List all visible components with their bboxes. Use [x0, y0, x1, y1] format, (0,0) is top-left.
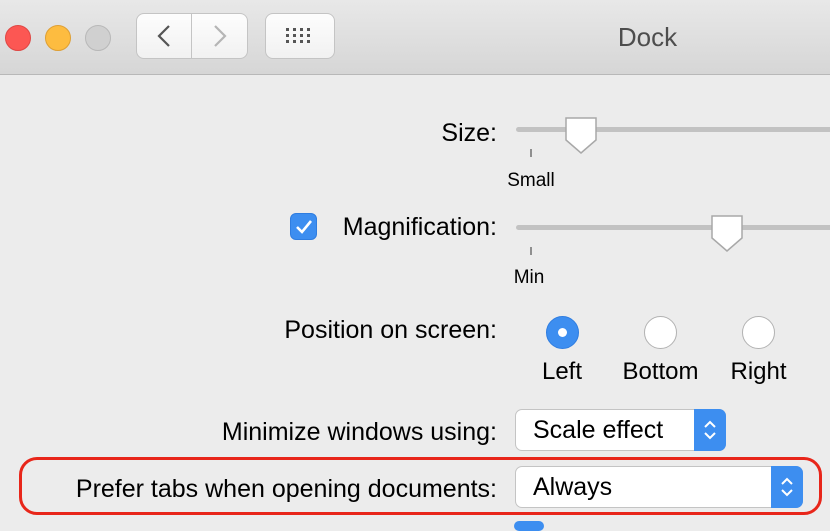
popup-arrows-icon — [694, 409, 726, 451]
size-label: Size: — [441, 119, 497, 147]
next-checkbox-peek[interactable] — [514, 521, 544, 531]
position-bottom-label: Bottom — [622, 358, 699, 385]
prefer-tabs-label: Prefer tabs when opening documents: — [75, 475, 497, 503]
window-title: Dock — [617, 22, 678, 52]
zoom-window-button[interactable] — [85, 25, 111, 51]
minimize-window-button[interactable] — [45, 25, 71, 51]
prefer-tabs-value: Always — [533, 473, 613, 501]
prefer-tabs-popup[interactable]: Always — [515, 466, 803, 508]
position-right-radio[interactable] — [742, 316, 775, 349]
minimize-label: Minimize windows using: — [221, 418, 497, 446]
position-right-label: Right — [730, 358, 787, 385]
position-bottom-radio[interactable] — [644, 316, 677, 349]
forward-button[interactable] — [192, 13, 248, 59]
show-all-button[interactable] — [265, 13, 335, 59]
checkmark-icon — [295, 219, 312, 234]
position-label: Position on screen: — [284, 316, 497, 344]
popup-arrows-icon — [771, 466, 803, 508]
position-left-label: Left — [541, 358, 583, 385]
magnification-checkbox[interactable] — [290, 213, 317, 240]
close-window-button[interactable] — [5, 25, 31, 51]
title-bar: Dock — [0, 0, 830, 75]
grid-icon — [286, 28, 310, 43]
minimize-effect-popup[interactable]: Scale effect — [515, 409, 726, 451]
back-button[interactable] — [136, 13, 192, 59]
chevron-left-icon — [157, 25, 170, 47]
magnification-label: Magnification: — [342, 213, 497, 241]
chevron-right-icon — [213, 25, 227, 47]
size-slider-thumb[interactable] — [563, 116, 599, 161]
position-left-radio[interactable] — [546, 316, 579, 349]
minimize-effect-value: Scale effect — [533, 416, 664, 444]
magnification-slider-thumb[interactable] — [709, 214, 745, 259]
magnification-min-tick — [530, 247, 532, 255]
size-min-tick — [530, 149, 532, 157]
magnification-min-label: Min — [513, 267, 545, 288]
size-min-label: Small — [507, 170, 555, 191]
magnification-slider-track[interactable] — [516, 225, 830, 230]
